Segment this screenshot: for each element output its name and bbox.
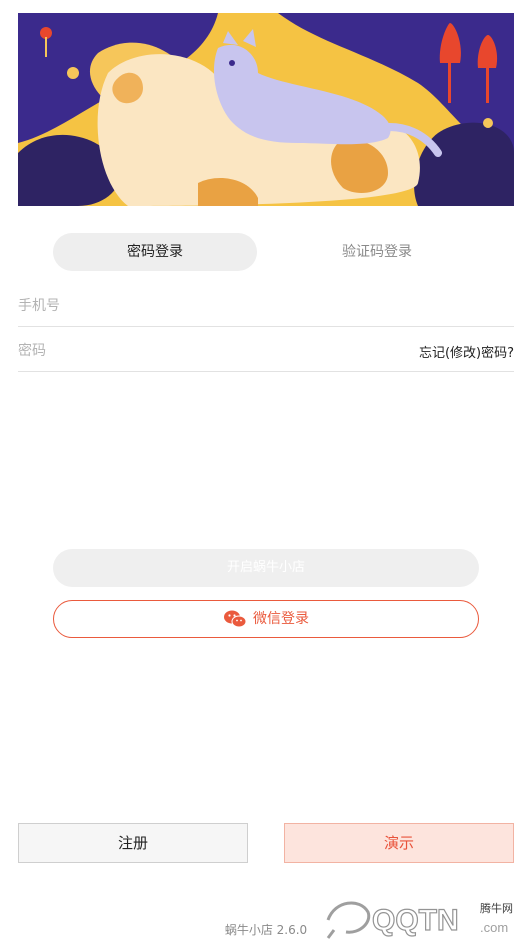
wechat-login-label: 微信登录	[253, 611, 309, 627]
dog-and-cat-illustration	[18, 13, 514, 206]
wechat-login-button[interactable]: 微信登录	[53, 600, 479, 638]
qqtn-watermark-logo: QQTN 腾牛网 .com	[326, 901, 513, 939]
watermark-brand: QQTN	[372, 904, 459, 937]
tab-password-login[interactable]: 密码登录	[53, 233, 257, 271]
watermark-suffix: .com	[480, 920, 508, 935]
open-store-button[interactable]: 开启蜗牛小店	[53, 549, 479, 587]
password-input[interactable]	[18, 331, 398, 371]
phone-field	[18, 286, 514, 327]
demo-button[interactable]: 演示	[284, 823, 514, 863]
watermark-site: 腾牛网	[480, 901, 513, 915]
wechat-icon	[224, 610, 247, 628]
forgot-password-link[interactable]: 忘记(修改)密码?	[419, 342, 514, 361]
phone-input[interactable]	[18, 286, 398, 326]
tab-sms-code-login[interactable]: 验证码登录	[275, 233, 479, 271]
register-button[interactable]: 注册	[18, 823, 248, 863]
banner-illustration	[18, 13, 514, 206]
password-field: 忘记(修改)密码?	[18, 331, 514, 372]
login-tabs: 密码登录 验证码登录	[53, 233, 479, 271]
